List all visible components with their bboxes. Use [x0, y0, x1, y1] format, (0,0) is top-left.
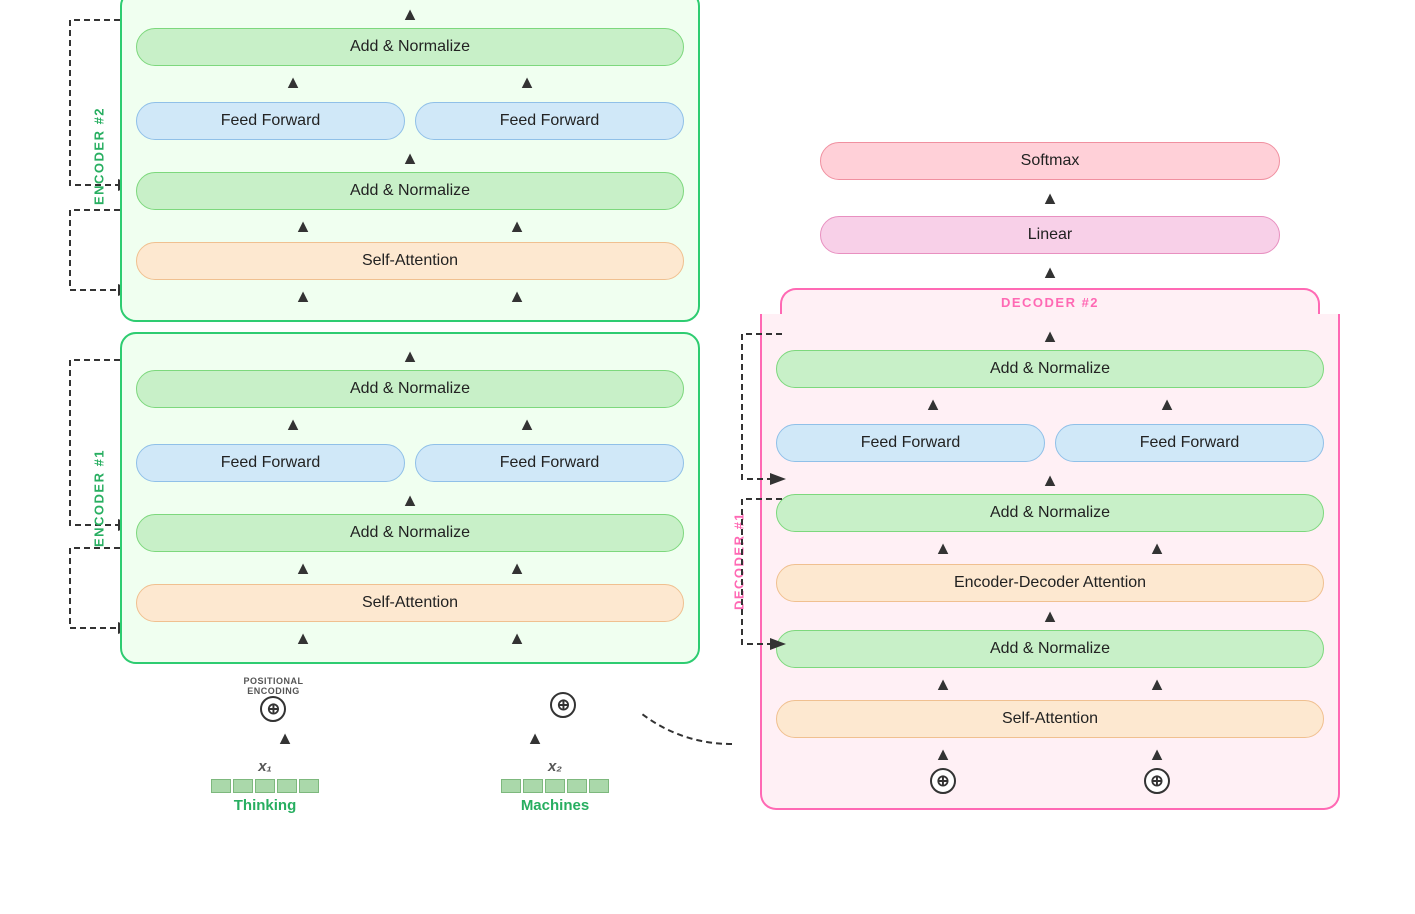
- arrow-up: ▲: [508, 559, 526, 577]
- dec-ff2: Feed Forward: [1055, 424, 1324, 462]
- dec-add-norm-bot: Add & Normalize: [776, 630, 1324, 668]
- arrow-up: ▲: [934, 675, 952, 693]
- arrow-up: ▲: [1041, 607, 1059, 625]
- enc2-add-norm-mid: Add & Normalize: [136, 172, 684, 210]
- x1-label: x₁: [258, 758, 272, 775]
- x2-label: x₂: [548, 758, 562, 775]
- dec-plus-right: ⊕: [1144, 768, 1170, 794]
- arrow-up: ▲: [401, 491, 419, 509]
- dec-add-norm-mid: Add & Normalize: [776, 494, 1324, 532]
- arrow-up: ▲: [1148, 675, 1166, 693]
- input-item-thinking: x₁ Thinking: [211, 758, 319, 814]
- arrow-up: ▲: [276, 729, 294, 747]
- arrow-up: ▲: [508, 287, 526, 305]
- arrow-up: ▲: [1041, 263, 1059, 281]
- enc2-self-attn: Self-Attention: [136, 242, 684, 280]
- arrow-up: ▲: [284, 415, 302, 433]
- arrow-up: ▲: [1158, 395, 1176, 413]
- arrow-up: ▲: [284, 73, 302, 91]
- dec-enc-dec-attn: Encoder-Decoder Attention: [776, 564, 1324, 602]
- enc2-add-norm-top: Add & Normalize: [136, 28, 684, 66]
- arrow-up: ▲: [508, 217, 526, 235]
- arrow-up: ▲: [294, 217, 312, 235]
- arrow-up: ▲: [401, 347, 419, 365]
- dec-plus-left: ⊕: [930, 768, 956, 794]
- enc1-self-attn: Self-Attention: [136, 584, 684, 622]
- decoder1-label: DECODER #1: [732, 512, 747, 610]
- arrow-up: ▲: [401, 5, 419, 23]
- pos-enc-label: POSITIONALENCODING: [243, 676, 303, 696]
- arrow-up: ▲: [526, 729, 544, 747]
- enc1-ff2: Feed Forward: [415, 444, 684, 482]
- arrow-up: ▲: [1041, 327, 1059, 345]
- arrow-up: ▲: [1148, 745, 1166, 763]
- arrow-up: ▲: [1041, 189, 1059, 207]
- word-blocks-thinking: [211, 779, 319, 793]
- dec-self-attn: Self-Attention: [776, 700, 1324, 738]
- enc2-ff1: Feed Forward: [136, 102, 405, 140]
- enc1-ff1: Feed Forward: [136, 444, 405, 482]
- linear-block: Linear: [820, 216, 1280, 254]
- dec-add-norm-top: Add & Normalize: [776, 350, 1324, 388]
- arrow-up: ▲: [294, 629, 312, 647]
- word-thinking: Thinking: [234, 797, 297, 814]
- arrow-up: ▲: [508, 629, 526, 647]
- arrow-up: ▲: [1148, 539, 1166, 557]
- enc2-ff2: Feed Forward: [415, 102, 684, 140]
- word-machines: Machines: [521, 797, 589, 814]
- arrow-up: ▲: [1041, 471, 1059, 489]
- encoder1-label: ENCODER #1: [92, 449, 107, 547]
- input-item-machines: x₂ Machines: [501, 758, 609, 814]
- dec-ff1: Feed Forward: [776, 424, 1045, 462]
- plus-circle-left: ⊕: [260, 696, 286, 722]
- softmax-block: Softmax: [820, 142, 1280, 180]
- arrow-up: ▲: [934, 745, 952, 763]
- arrow-up: ▲: [518, 415, 536, 433]
- encoder2-label: ENCODER #2: [92, 107, 107, 205]
- arrow-up: ▲: [294, 559, 312, 577]
- decoder2-label: DECODER #2: [1001, 291, 1099, 316]
- arrow-up: ▲: [924, 395, 942, 413]
- arrow-up: ▲: [294, 287, 312, 305]
- enc1-add-norm-mid: Add & Normalize: [136, 514, 684, 552]
- word-blocks-machines: [501, 779, 609, 793]
- arrow-up: ▲: [934, 539, 952, 557]
- plus-circle-right: ⊕: [550, 692, 576, 718]
- arrow-up: ▲: [401, 149, 419, 167]
- enc1-add-norm-top: Add & Normalize: [136, 370, 684, 408]
- arrow-up: ▲: [518, 73, 536, 91]
